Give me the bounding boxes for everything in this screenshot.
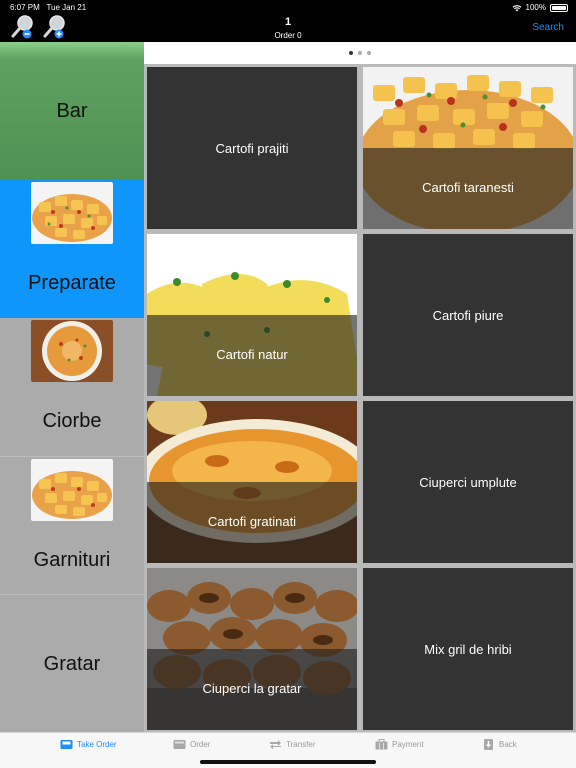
tab-order[interactable]: Order <box>173 739 210 750</box>
category-label: Bar <box>56 100 88 122</box>
briefcase-icon <box>375 739 388 750</box>
status-bar: 6:07 PM Tue Jan 21 100% <box>0 0 576 14</box>
order-number: 1 <box>284 16 292 28</box>
home-indicator[interactable] <box>200 760 376 764</box>
product-tile-cartofi-taranesti[interactable]: Cartofi taranesti <box>363 67 573 229</box>
tab-label: Back <box>499 740 517 749</box>
status-time: 6:07 PM Tue Jan 21 <box>10 3 87 12</box>
product-tile-cartofi-prajiti[interactable]: Cartofi prajiti <box>147 67 357 229</box>
order-label: Order 0 <box>274 31 302 40</box>
soup-thumbnail <box>31 320 113 382</box>
product-label: Cartofi gratinati <box>207 514 297 529</box>
tab-label: Payment <box>392 740 424 749</box>
product-grid: Cartofi prajiti Cartofi taranesti Cartof… <box>144 42 576 732</box>
category-ciorbe[interactable]: Ciorbe <box>0 318 144 456</box>
potatoes-thumbnail <box>31 182 113 244</box>
product-tile-ciuperci-la-gratar[interactable]: Ciuperci la gratar <box>147 568 357 730</box>
product-label: Cartofi prajiti <box>215 141 289 156</box>
product-tile-cartofi-natur[interactable]: Cartofi natur <box>147 234 357 396</box>
category-label: Ciorbe <box>42 410 102 432</box>
tray-icon <box>60 740 73 749</box>
category-garnituri[interactable]: Garnituri <box>0 456 144 594</box>
potatoes-thumbnail <box>31 459 113 521</box>
tab-label: Take Order <box>77 740 117 749</box>
product-label: Cartofi natur <box>216 347 288 362</box>
product-label: Cartofi piure <box>432 308 504 323</box>
battery-percent: 100% <box>525 3 546 12</box>
tab-label: Order <box>190 740 211 749</box>
product-label: Cartofi taranesti <box>422 180 514 195</box>
page-indicator[interactable] <box>144 42 576 64</box>
transfer-arrows-icon <box>270 740 281 749</box>
category-sidebar: Bar Preparate Ciorbe Garnituri Gratar <box>0 42 144 732</box>
page-dot <box>358 51 362 55</box>
product-label: Ciuperci la gratar <box>202 681 302 696</box>
category-gratar[interactable]: Gratar <box>0 594 144 732</box>
product-tile-mix-gril-de-hribi[interactable]: Mix gril de hribi <box>363 568 573 730</box>
navigation-header: 1 Order 0 Search <box>0 14 576 42</box>
product-label: Ciuperci umplute <box>419 475 517 490</box>
search-button[interactable]: Search <box>532 22 564 33</box>
tab-payment[interactable]: Payment <box>375 739 424 750</box>
product-tile-ciuperci-umplute[interactable]: Ciuperci umplute <box>363 401 573 563</box>
category-preparate[interactable]: Preparate <box>0 180 144 318</box>
product-tile-cartofi-gratinati[interactable]: Cartofi gratinati <box>147 401 357 563</box>
battery-icon <box>550 3 568 12</box>
tab-take-order[interactable]: Take Order <box>60 739 117 750</box>
category-label: Garnituri <box>33 549 111 571</box>
page-dot <box>367 51 371 55</box>
category-label: Gratar <box>43 653 101 675</box>
tab-label: Transfer <box>286 740 316 749</box>
product-tile-cartofi-piure[interactable]: Cartofi piure <box>363 234 573 396</box>
wifi-icon <box>512 4 521 11</box>
category-bar[interactable]: Bar <box>0 42 144 180</box>
category-label: Preparate <box>28 272 116 294</box>
tab-back[interactable]: Back <box>482 739 517 750</box>
tab-transfer[interactable]: Transfer <box>269 739 316 750</box>
order-box-icon <box>173 740 186 749</box>
page-dot <box>349 51 353 55</box>
product-label: Mix gril de hribi <box>424 642 512 657</box>
back-arrow-icon <box>484 739 493 750</box>
